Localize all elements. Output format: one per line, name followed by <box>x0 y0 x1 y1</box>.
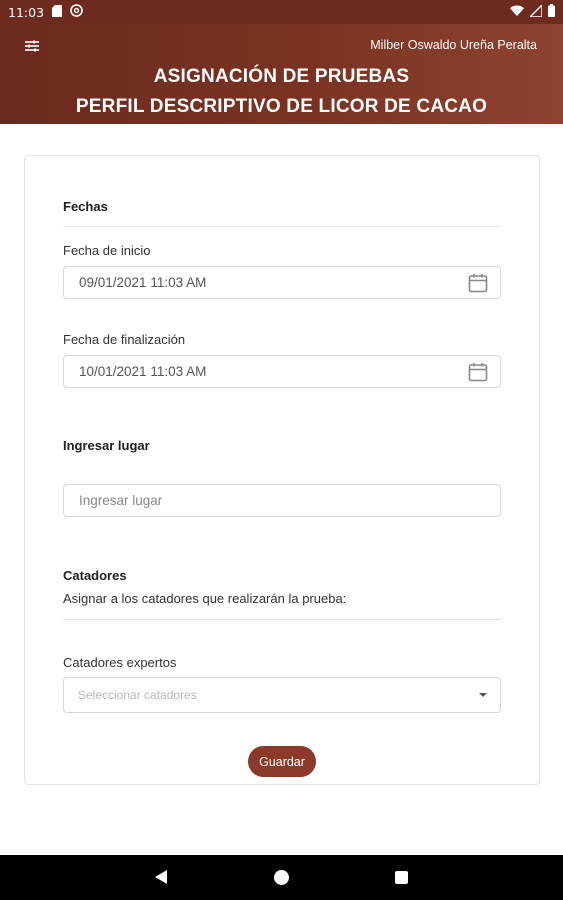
start-date-label: Fecha de inicio <box>63 243 151 258</box>
place-input[interactable]: Ingresar lugar <box>63 484 501 517</box>
dates-divider <box>63 226 501 227</box>
user-name: Milber Oswaldo Ureña Peralta <box>370 38 537 52</box>
end-date-field[interactable]: 10/01/2021 11:03 AM <box>63 355 501 388</box>
place-placeholder: Ingresar lugar <box>79 493 163 508</box>
at-sign-icon <box>70 4 83 20</box>
form-card: Fechas Fecha de inicio 09/01/2021 11:03 … <box>24 155 540 785</box>
signal-icon <box>528 2 543 20</box>
experts-placeholder: Seleccionar catadores <box>78 688 197 702</box>
system-nav-bar <box>0 855 563 900</box>
calendar-icon[interactable] <box>468 273 488 293</box>
recent-apps-icon[interactable] <box>395 871 408 884</box>
status-time: 11:03 <box>8 4 45 20</box>
start-date-value: 09/01/2021 11:03 AM <box>79 275 207 290</box>
app-header: Milber Oswaldo Ureña Peralta ASIGNACIÓN … <box>0 24 563 124</box>
tasters-divider <box>63 619 501 620</box>
save-button[interactable]: Guardar <box>248 746 316 777</box>
sliders-menu-icon <box>22 40 42 58</box>
battery-icon <box>548 4 555 20</box>
end-date-label: Fecha de finalización <box>63 332 186 347</box>
place-section-title: Ingresar lugar <box>63 438 150 453</box>
home-icon[interactable] <box>274 870 289 885</box>
dropdown-caret-icon <box>479 693 487 697</box>
menu-button[interactable] <box>22 38 42 54</box>
status-bar: 11:03 <box>0 0 563 24</box>
page-title-line1: ASIGNACIÓN DE PRUEBAS <box>153 66 410 87</box>
end-date-value: 10/01/2021 11:03 AM <box>79 364 207 379</box>
calendar-icon[interactable] <box>468 362 488 382</box>
sd-card-icon <box>52 4 63 20</box>
tasters-section-title: Catadores <box>63 568 127 583</box>
tasters-hint: Asignar a los catadores que realizarán l… <box>63 591 347 606</box>
page-title-line2: PERFIL DESCRIPTIVO DE LICOR DE CACAO <box>75 96 488 117</box>
back-icon[interactable] <box>155 870 167 884</box>
experts-label: Catadores expertos <box>63 655 177 670</box>
start-date-field[interactable]: 09/01/2021 11:03 AM <box>63 266 501 299</box>
wifi-icon <box>510 5 524 20</box>
experts-select[interactable]: Seleccionar catadores <box>63 677 501 713</box>
dates-section-title: Fechas <box>63 199 108 214</box>
